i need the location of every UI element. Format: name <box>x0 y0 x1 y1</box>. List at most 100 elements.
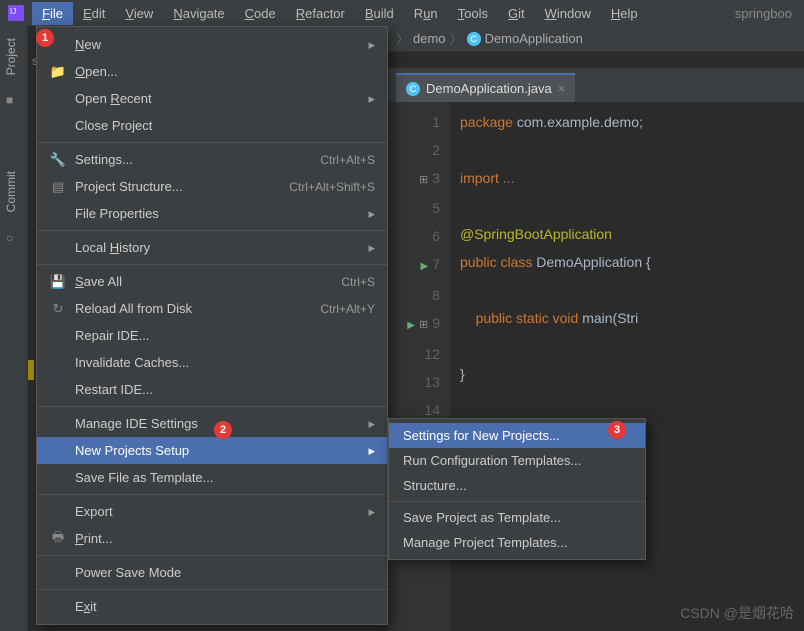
file-new[interactable]: New▸ <box>37 31 387 58</box>
run-icon: ▶ <box>421 253 429 281</box>
project-tab-label: Project <box>4 38 18 75</box>
file-exit[interactable]: Exit <box>37 593 387 620</box>
chevron-right-icon: ▸ <box>368 37 375 53</box>
close-icon[interactable]: × <box>558 81 566 96</box>
chevron-right-icon: 〉 <box>396 29 409 48</box>
file-save-all[interactable]: 💾Save AllCtrl+S <box>37 268 387 295</box>
folder-icon[interactable]: ■ <box>0 87 27 113</box>
expand-icon: ⊞ <box>419 319 428 331</box>
separator <box>37 406 387 407</box>
line-number: 2 <box>388 136 440 164</box>
callout-badge-2: 2 <box>214 421 232 439</box>
chevron-right-icon: 〉 <box>450 29 463 48</box>
separator <box>37 264 387 265</box>
menu-git[interactable]: Git <box>498 2 535 25</box>
line-number: ▶7 <box>388 250 440 281</box>
menu-view[interactable]: View <box>115 2 163 25</box>
line-number: ▶⊞9 <box>388 309 440 340</box>
file-print[interactable]: 🖶Print... <box>37 525 387 552</box>
separator <box>389 501 645 502</box>
chevron-right-icon: ▸ <box>368 504 375 520</box>
wrench-icon: 🔧 <box>49 152 67 168</box>
line-number: 5 <box>388 194 440 222</box>
print-icon: 🖶 <box>49 528 67 550</box>
line-number: 12 <box>388 340 440 368</box>
tab-filename: DemoApplication.java <box>426 81 552 96</box>
watermark: CSDN @是烟花哈 <box>680 603 794 623</box>
menu-help[interactable]: Help <box>601 2 648 25</box>
file-local-history[interactable]: Local History▸ <box>37 234 387 261</box>
reload-icon: ↻ <box>49 301 67 317</box>
file-settings[interactable]: 🔧Settings...Ctrl+Alt+S <box>37 146 387 173</box>
chevron-right-icon: ▸ <box>368 91 375 107</box>
file-properties[interactable]: File Properties▸ <box>37 200 387 227</box>
file-restart[interactable]: Restart IDE... <box>37 376 387 403</box>
structure-icon: ▤ <box>49 179 67 195</box>
line-number: 6 <box>388 222 440 250</box>
editor-tabs: C DemoApplication.java × <box>388 68 804 102</box>
file-power-save[interactable]: Power Save Mode <box>37 559 387 586</box>
callout-badge-1: 1 <box>36 29 54 47</box>
chevron-right-icon: ▸ <box>368 240 375 256</box>
menu-edit[interactable]: Edit <box>73 2 115 25</box>
line-number: 13 <box>388 368 440 396</box>
class-icon: C <box>467 32 481 46</box>
file-close-project[interactable]: Close Project <box>37 112 387 139</box>
class-icon: C <box>406 82 420 96</box>
file-save-template[interactable]: Save File as Template... <box>37 464 387 491</box>
chevron-right-icon: ▸ <box>368 416 375 432</box>
project-tool-tab[interactable]: Project <box>0 26 22 87</box>
menu-window[interactable]: Window <box>535 2 601 25</box>
expand-icon: ⊞ <box>419 174 428 186</box>
menu-build[interactable]: Build <box>355 2 404 25</box>
commit-tab-label: Commit <box>4 171 18 212</box>
submenu-settings-new-projects[interactable]: Settings for New Projects... <box>389 423 645 448</box>
submenu-structure[interactable]: Structure... <box>389 473 645 498</box>
separator <box>37 142 387 143</box>
separator <box>37 555 387 556</box>
run-icon: ▶ <box>407 312 415 340</box>
menu-navigate[interactable]: Navigate <box>163 2 234 25</box>
file-invalidate[interactable]: Invalidate Caches... <box>37 349 387 376</box>
menu-file[interactable]: File <box>32 2 73 25</box>
project-name-label: springboo <box>727 2 800 25</box>
menu-tools[interactable]: Tools <box>448 2 498 25</box>
separator <box>37 230 387 231</box>
highlight-marker <box>28 360 34 380</box>
navigation-breadcrumb: 〉 demo 〉 C DemoApplication <box>388 26 804 52</box>
menubar: File Edit View Navigate Code Refactor Bu… <box>0 0 804 26</box>
commit-tool-tab[interactable]: Commit <box>0 159 22 224</box>
file-new-projects-setup[interactable]: New Projects Setup▸ <box>37 437 387 464</box>
file-project-structure[interactable]: ▤Project Structure...Ctrl+Alt+Shift+S <box>37 173 387 200</box>
file-reload[interactable]: ↻Reload All from DiskCtrl+Alt+Y <box>37 295 387 322</box>
chevron-right-icon: ▸ <box>368 206 375 222</box>
intellij-logo-icon <box>8 5 24 21</box>
commit-icon[interactable]: ○ <box>0 225 27 251</box>
line-number: 8 <box>388 281 440 309</box>
line-number: 1 <box>388 108 440 136</box>
line-number: ⊞3 <box>388 164 440 194</box>
separator <box>37 589 387 590</box>
chevron-right-icon: ▸ <box>368 443 375 459</box>
menu-refactor[interactable]: Refactor <box>286 2 355 25</box>
editor-tab-active[interactable]: C DemoApplication.java × <box>396 73 575 102</box>
new-projects-submenu: Settings for New Projects... Run Configu… <box>388 418 646 560</box>
left-tool-strip: Project ■ Commit ○ <box>0 26 28 631</box>
file-repair[interactable]: Repair IDE... <box>37 322 387 349</box>
file-open-recent[interactable]: Open Recent▸ <box>37 85 387 112</box>
file-export[interactable]: Export▸ <box>37 498 387 525</box>
file-open[interactable]: 📁Open... <box>37 58 387 85</box>
breadcrumb-item[interactable]: DemoApplication <box>485 31 583 46</box>
file-menu-dropdown: New▸ 📁Open... Open Recent▸ Close Project… <box>36 26 388 625</box>
submenu-manage-project-templates[interactable]: Manage Project Templates... <box>389 530 645 555</box>
separator <box>37 494 387 495</box>
breadcrumb-item[interactable]: demo <box>413 31 446 46</box>
submenu-save-project-template[interactable]: Save Project as Template... <box>389 505 645 530</box>
callout-badge-3: 3 <box>608 421 626 439</box>
submenu-run-config-templates[interactable]: Run Configuration Templates... <box>389 448 645 473</box>
folder-open-icon: 📁 <box>49 64 67 80</box>
file-manage-ide-settings[interactable]: Manage IDE Settings▸ <box>37 410 387 437</box>
menu-run[interactable]: Run <box>404 2 448 25</box>
menu-code[interactable]: Code <box>235 2 286 25</box>
save-icon: 💾 <box>49 274 67 290</box>
